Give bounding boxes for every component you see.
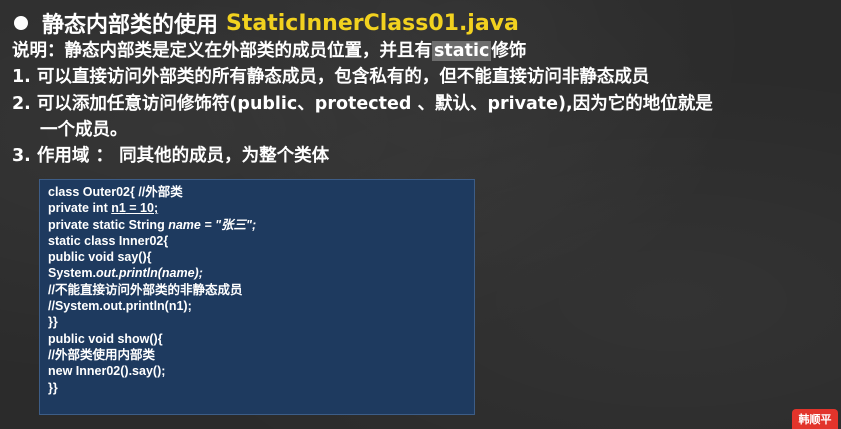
code-line: //System.out.println(n1); — [48, 299, 192, 314]
code-line: }} — [48, 315, 58, 330]
code-block: class Outer02{ //外部类 private int n1 = 10… — [39, 179, 475, 415]
code-line: private static String name = "张三"; — [48, 217, 466, 233]
point-2: 2. 可以添加任意访问修饰符(public、protected 、默认、priv… — [12, 94, 713, 114]
title-filename: StaticInnerClass01.java — [226, 10, 519, 36]
point-1: 1. 可以直接访问外部类的所有静态成员，包含私有的，但不能直接访问非静态成员 — [12, 67, 650, 87]
code-line: //不能直接访问外部类的非静态成员 — [48, 282, 243, 297]
code-text: name = "张三"; — [168, 217, 257, 232]
code-line: }} — [48, 380, 58, 395]
slide-title: 静态内部类的使用 StaticInnerClass01.java — [14, 6, 519, 40]
explanation-suffix: 修饰 — [491, 41, 527, 61]
code-text: private int — [48, 201, 112, 216]
code-line: new Inner02().say(); — [48, 364, 166, 379]
code-text: System. — [48, 266, 96, 281]
code-text: n1 — [111, 201, 126, 216]
static-keyword-highlight: static — [432, 41, 492, 61]
code-line: System.out.println(name); — [48, 265, 466, 281]
title-chinese: 静态内部类的使用 — [42, 13, 219, 38]
code-line: private int n1 = 10; — [48, 200, 466, 216]
code-line: public void say(){ — [48, 250, 152, 265]
bullet-dot-icon — [14, 16, 28, 30]
code-line: //外部类使用内部类 — [48, 347, 155, 362]
code-text: = 10; — [125, 201, 159, 216]
author-logo: 韩顺平 — [792, 409, 838, 429]
code-line: class Outer02{ //外部类 — [48, 185, 183, 199]
code-line: public void show(){ — [48, 331, 163, 346]
code-text: out.println(name); — [95, 266, 203, 281]
code-line: static class Inner02{ — [48, 233, 169, 248]
point-3: 3. 作用域 ： 同其他的成员，为整个类体 — [12, 146, 330, 166]
code-text: private static String — [48, 217, 169, 232]
explanation-prefix: 说明：静态内部类是定义在外部类的成员位置，并且有 — [12, 41, 432, 61]
explanation-line: 说明：静态内部类是定义在外部类的成员位置，并且有 static 修饰 — [12, 39, 526, 63]
point-2-continued: 一个成员。 — [40, 120, 128, 140]
